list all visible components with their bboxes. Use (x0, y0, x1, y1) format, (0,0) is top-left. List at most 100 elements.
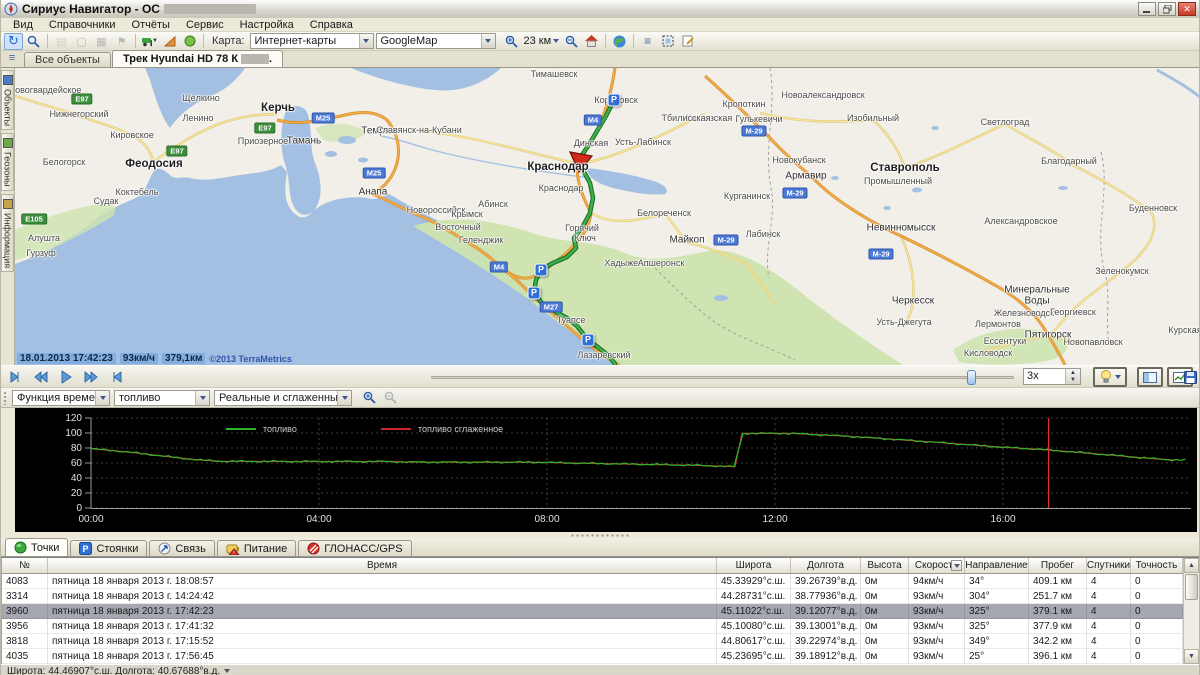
menu-item-0[interactable]: Вид (5, 19, 41, 31)
fast-forward-button[interactable] (80, 368, 102, 386)
map-source-combo[interactable]: Интернет-карты (250, 33, 374, 49)
column-header-9[interactable]: Точность (1131, 558, 1183, 573)
map-zoom-combo[interactable]: 23 км (522, 35, 562, 47)
fuel-chart[interactable]: 02040608010012000:0004:0008:0012:0016:00… (1, 408, 1200, 532)
spin-up-icon[interactable]: ▲ (1066, 369, 1080, 377)
zoom-out-icon[interactable] (562, 33, 581, 50)
bottom-tab-4[interactable]: ГЛОНАСС/GPS (298, 540, 411, 556)
table-header-row: №ВремяШиротаДолготаВысотаСкоростьНаправл… (2, 558, 1183, 574)
column-header-2[interactable]: Широта (717, 558, 791, 573)
doc-tab-0[interactable]: Все объекты (24, 52, 111, 67)
menu-item-5[interactable]: Справка (302, 19, 361, 31)
sort-filter-icon[interactable] (951, 560, 962, 571)
menu-item-2[interactable]: Отчёты (124, 19, 178, 31)
slider-track[interactable] (431, 376, 1014, 379)
search-icon[interactable] (24, 33, 43, 50)
layers-icon[interactable]: ▤ (52, 33, 71, 50)
menu-item-1[interactable]: Справочники (41, 19, 124, 31)
chevron-down-icon[interactable] (95, 391, 109, 405)
legend-icon[interactable]: ≡ (638, 33, 657, 50)
chevron-down-icon[interactable] (337, 391, 351, 405)
menu-item-4[interactable]: Настройка (232, 19, 302, 31)
spin-down-icon[interactable]: ▼ (1066, 377, 1080, 385)
scrollbar-thumb[interactable] (1185, 574, 1198, 600)
restore-button[interactable] (1158, 2, 1176, 16)
bottom-tab-1[interactable]: PСтоянки (70, 540, 147, 556)
side-tab-1[interactable]: Геозоны (1, 133, 14, 191)
nature-icon[interactable] (180, 33, 199, 50)
column-header-1[interactable]: Время (48, 558, 717, 573)
menu-item-3[interactable]: Сервис (178, 19, 232, 31)
edit-icon[interactable] (678, 33, 697, 50)
column-header-6[interactable]: Направление (965, 558, 1029, 573)
home-icon[interactable] (582, 33, 601, 50)
chart-mode-combo[interactable]: Функция времени (12, 390, 110, 406)
column-header-3[interactable]: Долгота (791, 558, 861, 573)
chevron-down-icon[interactable] (224, 669, 230, 673)
panel-layout-button[interactable] (1137, 367, 1163, 387)
select-frame-icon[interactable] (658, 33, 677, 50)
table-row[interactable]: 3960пятница 18 января 2013 г. 17:42:2345… (2, 604, 1183, 619)
column-header-8[interactable]: Спутники (1087, 558, 1131, 573)
parking-marker[interactable]: P (582, 334, 595, 347)
zoom-in-icon[interactable] (360, 389, 379, 406)
parking-marker[interactable]: P (608, 94, 621, 107)
chevron-down-icon[interactable] (481, 34, 495, 48)
globe-icon[interactable] (610, 33, 629, 50)
bottom-tab-2[interactable]: Связь (149, 540, 214, 556)
clear-icon[interactable]: ▦ (92, 33, 111, 50)
measure-icon[interactable] (160, 33, 179, 50)
parking-marker[interactable]: P (535, 264, 548, 277)
table-row[interactable]: 3818пятница 18 января 2013 г. 17:15:5244… (2, 634, 1183, 649)
bottom-tab-0[interactable]: Точки (5, 538, 68, 556)
chevron-down-icon[interactable] (553, 39, 559, 43)
column-header-0[interactable]: № (2, 558, 48, 573)
minimize-button[interactable] (1138, 2, 1156, 16)
table-scrollbar[interactable]: ▲ ▼ (1183, 558, 1199, 664)
map-provider-combo[interactable]: GoogleMap (376, 33, 496, 49)
table-row[interactable]: 4083пятница 18 января 2013 г. 18:08:5745… (2, 574, 1183, 589)
slider-thumb[interactable] (967, 370, 976, 385)
chart-values-combo[interactable]: Реальные и сглаженные значени (214, 390, 352, 406)
chevron-down-icon[interactable] (1115, 375, 1121, 379)
skip-end-button[interactable] (105, 368, 127, 386)
doc-tab-1[interactable]: Трек Hyundai HD 78 К. (112, 50, 283, 67)
select-region-icon[interactable]: ▢ (72, 33, 91, 50)
table-row[interactable]: 3314пятница 18 января 2013 г. 14:24:4244… (2, 589, 1183, 604)
cell: 0м (861, 649, 909, 664)
side-tab-0[interactable]: Объекты (1, 70, 14, 130)
toolbar-separator (203, 34, 204, 48)
refresh-icon[interactable]: ↻ (4, 33, 23, 50)
map-view[interactable]: ТимашевскКореновскКропоткинГулькевичиКав… (15, 68, 1199, 365)
tab-list-icon[interactable]: ≡ (5, 52, 19, 66)
cell: 0 (1131, 634, 1183, 649)
satellite-icon (307, 542, 320, 555)
rewind-button[interactable] (30, 368, 52, 386)
flag-icon[interactable]: ⚑ (112, 33, 131, 50)
skip-start-button[interactable] (5, 368, 27, 386)
bottom-tab-3[interactable]: !Питание (217, 540, 296, 556)
scroll-down-icon[interactable]: ▼ (1184, 649, 1199, 664)
column-header-5[interactable]: Скорость (909, 558, 965, 573)
column-header-7[interactable]: Пробег (1029, 558, 1087, 573)
points-table-area: №ВремяШиротаДолготаВысотаСкоростьНаправл… (1, 557, 1199, 664)
timeline-slider[interactable] (431, 368, 1014, 386)
playback-speed-spinner[interactable]: 3x ▲▼ (1023, 368, 1081, 385)
play-button[interactable] (55, 368, 77, 386)
scroll-up-icon[interactable]: ▲ (1184, 558, 1199, 573)
chart-parameter-combo[interactable]: топливо (114, 390, 210, 406)
table-row[interactable]: 4035пятница 18 января 2013 г. 17:56:4545… (2, 649, 1183, 664)
side-tab-2[interactable]: Информация (1, 194, 14, 272)
vehicle-icon[interactable]: ▼ (140, 33, 159, 50)
lamp-split-button[interactable] (1093, 367, 1127, 387)
chevron-down-icon[interactable] (359, 34, 373, 48)
column-header-4[interactable]: Высота (861, 558, 909, 573)
table-row[interactable]: 3956пятница 18 января 2013 г. 17:41:3245… (2, 619, 1183, 634)
zoom-out-icon[interactable] (381, 389, 400, 406)
close-button[interactable]: ✕ (1178, 2, 1196, 16)
parking-marker[interactable]: P (528, 287, 541, 300)
toolbar-grip[interactable] (3, 391, 8, 405)
zoom-in-icon[interactable] (502, 33, 521, 50)
chevron-down-icon[interactable] (195, 391, 209, 405)
save-button[interactable] (1179, 368, 1200, 386)
